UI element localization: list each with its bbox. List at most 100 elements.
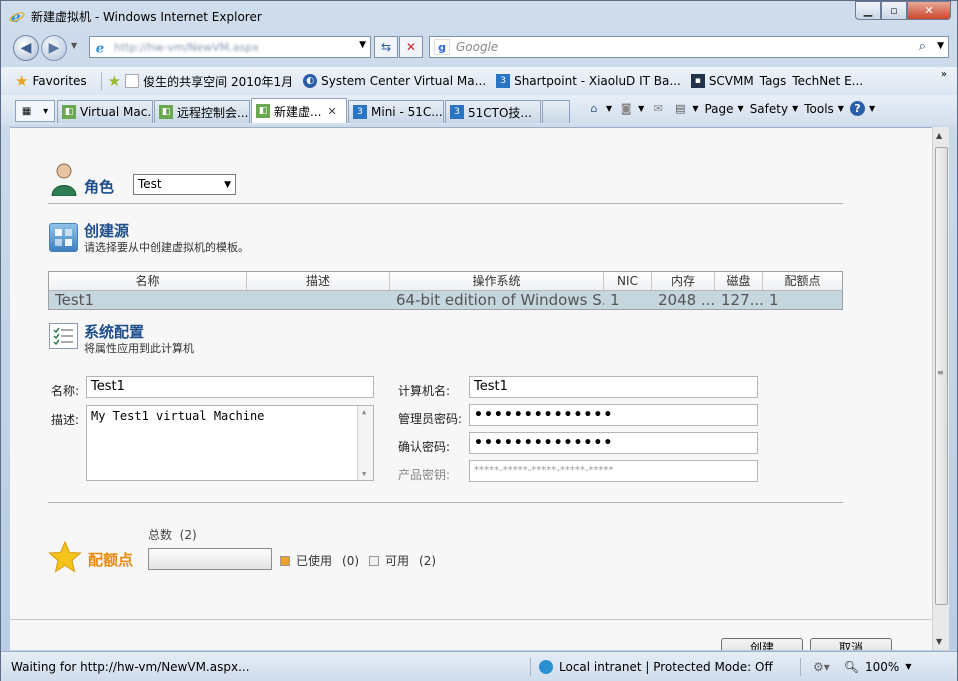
tab-remote-control[interactable]: ◧ 远程控制会... [154,100,250,123]
quota-total-value: (2) [179,528,197,542]
quota-title: 配额点 [88,551,134,569]
home-button[interactable]: ⌂ ▼ [586,102,613,116]
column-header-os[interactable]: 操作系统 [390,272,604,290]
safety-menu-label: Safety [749,101,789,116]
search-box[interactable]: g Google ⌕ ▼ [429,36,949,58]
quota-progress-bar [148,548,272,570]
safety-menu[interactable]: Safety ▼ [750,102,799,116]
cell-memory: 2048 ... [658,291,715,309]
zoom-control[interactable]: 🔍︎ 100% ▼ [844,660,912,674]
chevron-down-icon: ▼ [692,104,699,113]
admin-password-field[interactable]: •••••••••••••• [469,404,758,426]
ie-window: e 新建虚拟机 - Windows Internet Explorer ▁ ▫ … [0,0,958,681]
ie-icon: e [9,8,25,24]
security-zone[interactable]: Local intranet | Protected Mode: Off [531,657,801,676]
table-header: 名称 描述 操作系统 NIC 内存 磁盘 配额点 [49,272,842,291]
create-button[interactable]: 创建 [721,638,803,650]
address-dropdown-icon[interactable]: ▼ [359,40,366,50]
refresh-button[interactable]: ⇆ [374,36,398,58]
status-bar: Waiting for http://hw-vm/NewVM.aspx... L… [1,651,957,681]
maximize-button[interactable]: ▫ [881,1,907,20]
forward-button[interactable]: ▶ [41,35,67,61]
description-field[interactable]: My Test1 virtual Machine ▲ ▼ [86,405,374,481]
cell-description [247,291,390,309]
column-header-nic[interactable]: NIC [604,272,652,290]
textarea-scrollbar[interactable]: ▲ ▼ [357,406,373,480]
address-row: ◀ ▶ ▼ e http://hw-vm/NewVM.aspx ▼ ⇆ ✕ g … [1,31,957,65]
quick-tabs-button[interactable]: ▦ ▾ [15,100,55,122]
column-header-description[interactable]: 描述 [247,272,390,290]
page-scrollbar[interactable]: ▲ ≡ ▼ [932,127,949,650]
close-button[interactable]: ✕ [907,1,951,20]
column-header-disk[interactable]: 磁盘 [715,272,763,290]
favorite-item[interactable]: Tags [760,74,787,88]
monitor-icon: ▪ [690,74,705,88]
address-text: http://hw-vm/NewVM.aspx [114,40,259,54]
add-favorite-icon[interactable]: ★ [108,72,121,90]
read-mail-button[interactable]: ✉ [650,102,666,116]
forward-arrow-icon: ▶ [48,40,60,56]
favorites-star-icon: ★ [15,72,29,90]
cancel-button[interactable]: 取消 [810,638,892,650]
chevron-more-icon[interactable]: » [941,69,947,80]
confirm-password-field[interactable]: •••••••••••••• [469,432,758,454]
favorite-item[interactable]: TechNet E... [792,74,863,88]
favorite-label: SCVMM [708,74,754,88]
table-row[interactable]: Test1 64-bit edition of Windows S... 1 2… [49,291,842,309]
product-key-label: 产品密钥: [398,468,451,482]
column-header-memory[interactable]: 内存 [652,272,715,290]
role-select[interactable]: Test ▼ [133,174,236,195]
printer-icon: ▤ [675,102,686,115]
divider [48,203,843,204]
home-icon: ⌂ [590,102,598,115]
globe-icon [539,659,553,674]
minimize-button[interactable]: ▁ [855,1,881,20]
computer-name-label: 计算机名: [398,384,451,398]
tab-mini-51cto[interactable]: 3 Mini - 51C... [348,100,444,123]
scvmm-icon: ◐ [303,74,318,88]
favorite-label: Tags [759,74,787,88]
page-menu[interactable]: Page ▼ [704,102,743,116]
used-swatch [280,555,290,566]
search-dropdown-icon[interactable]: ▼ [937,41,944,51]
help-button[interactable]: ? ▼ [849,101,876,116]
tools-menu[interactable]: Tools ▼ [804,102,844,116]
name-field[interactable]: Test1 [86,376,374,398]
role-select-value: Test [138,177,162,191]
source-title: 创建源 [84,222,130,240]
column-header-quota[interactable]: 配额点 [763,272,842,290]
favorite-item[interactable]: ◐ System Center Virtual Ma... [303,74,486,88]
tab-51cto[interactable]: 3 51CTO技... [445,100,541,123]
search-icon[interactable]: ⌕ [919,39,926,54]
computer-name-field[interactable]: Test1 [469,376,758,398]
address-bar[interactable]: e http://hw-vm/NewVM.aspx ▼ [89,36,371,58]
source-subtitle: 请选择要从中创建虚拟机的模板。 [84,241,249,254]
print-button[interactable]: ▤ ▼ [672,102,698,116]
history-dropdown-icon[interactable]: ▼ [71,41,77,50]
quota-available-label: 可用 [385,554,410,568]
tab-virtual-machine[interactable]: ◧ Virtual Mac... [57,100,153,123]
product-key-field[interactable]: *****-*****-*****-*****-***** [469,460,758,482]
favorite-item[interactable]: 3 Shartpoint - XiaoluD IT Ba... [496,74,681,88]
description-text: My Test1 virtual Machine [91,409,265,423]
close-tab-icon[interactable]: ✕ [327,105,336,118]
protected-mode-icon[interactable]: ⚙▾ [813,660,830,674]
feeds-button[interactable]: ◙ ▼ [618,102,645,116]
tab-new-vm[interactable]: ◧ 新建虚... ✕ [251,98,347,123]
favorites-button[interactable]: Favorites [32,74,86,88]
column-header-name[interactable]: 名称 [49,272,247,290]
page-icon [125,74,140,88]
available-swatch [369,555,379,566]
scroll-up-icon[interactable]: ▲ [936,131,942,140]
chevron-down-icon: ▾ [43,105,49,117]
search-placeholder: Google [456,40,499,54]
back-button[interactable]: ◀ [13,35,39,61]
favorite-item[interactable]: ▪ SCVMM [690,74,754,88]
stop-button[interactable]: ✕ [399,36,423,58]
template-table: 名称 描述 操作系统 NIC 内存 磁盘 配额点 Test1 64-bit ed… [48,271,843,310]
chevron-down-icon: ▼ [868,104,876,113]
scroll-down-icon[interactable]: ▼ [936,637,942,646]
tab-label: 新建虚... [274,104,322,119]
favorite-item[interactable]: 俊生的共享空间 2010年1月 [125,73,293,90]
new-tab-button[interactable] [542,100,570,123]
